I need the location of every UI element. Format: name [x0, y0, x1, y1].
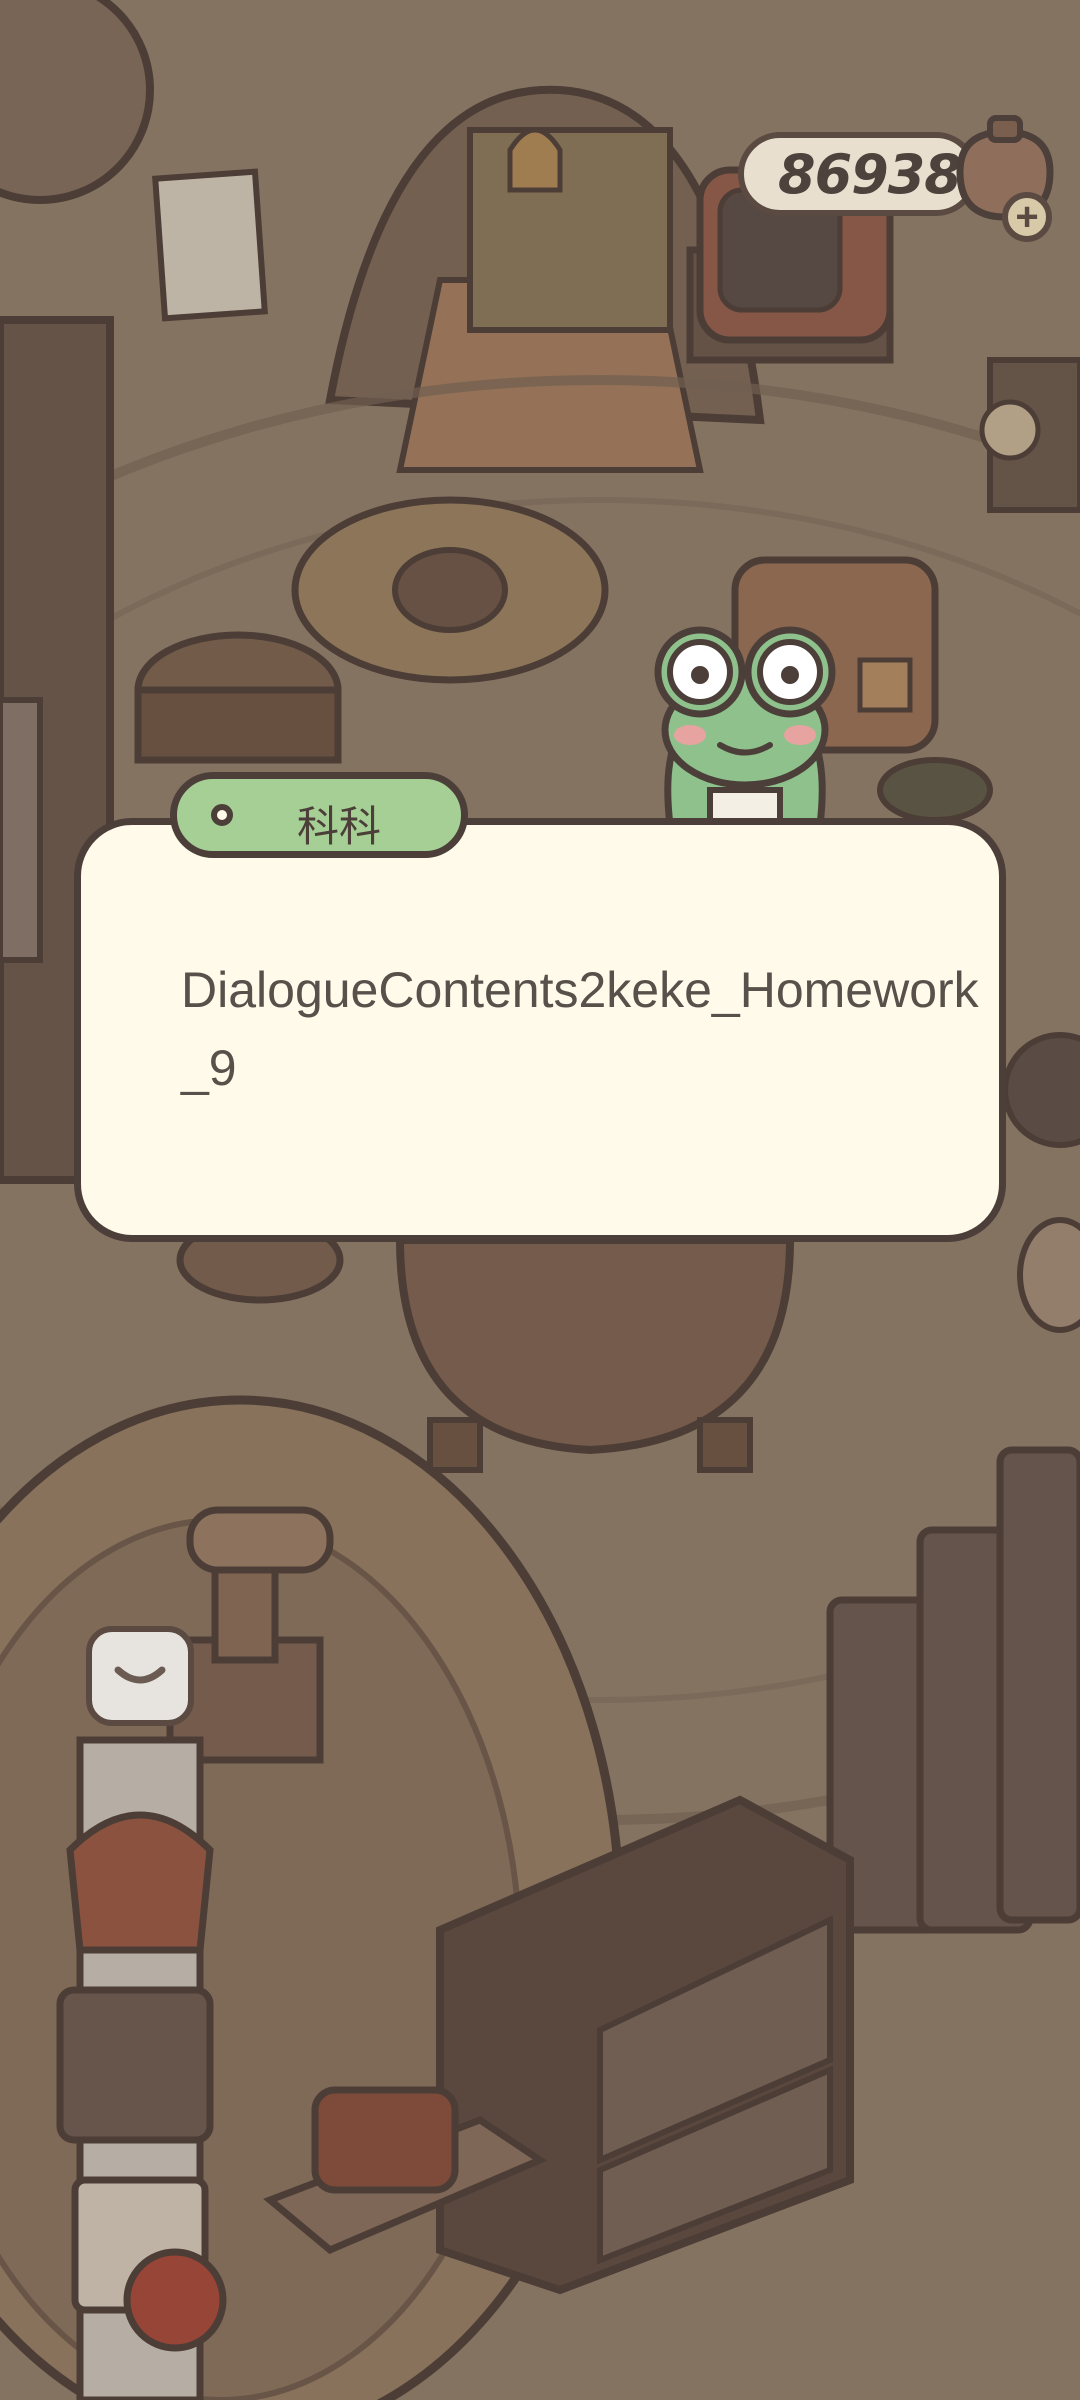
coin-counter[interactable]: 86938: [738, 132, 978, 216]
add-coins-button[interactable]: +: [1002, 192, 1052, 242]
plus-icon: +: [1015, 195, 1039, 239]
dialogue-box[interactable]: DialogueContents2keke_Homework_9: [74, 818, 1006, 1242]
speaker-name: 科科: [297, 802, 382, 851]
expand-button[interactable]: [86, 1626, 194, 1726]
coin-count: 86938: [778, 142, 962, 206]
dialogue-text: DialogueContents2keke_Homework_9: [181, 962, 979, 1096]
name-tag-dot-icon: [211, 804, 233, 826]
chevron-down-icon: [114, 1666, 166, 1684]
speaker-name-tag: 科科: [170, 772, 468, 858]
frog-icon: [640, 620, 850, 829]
